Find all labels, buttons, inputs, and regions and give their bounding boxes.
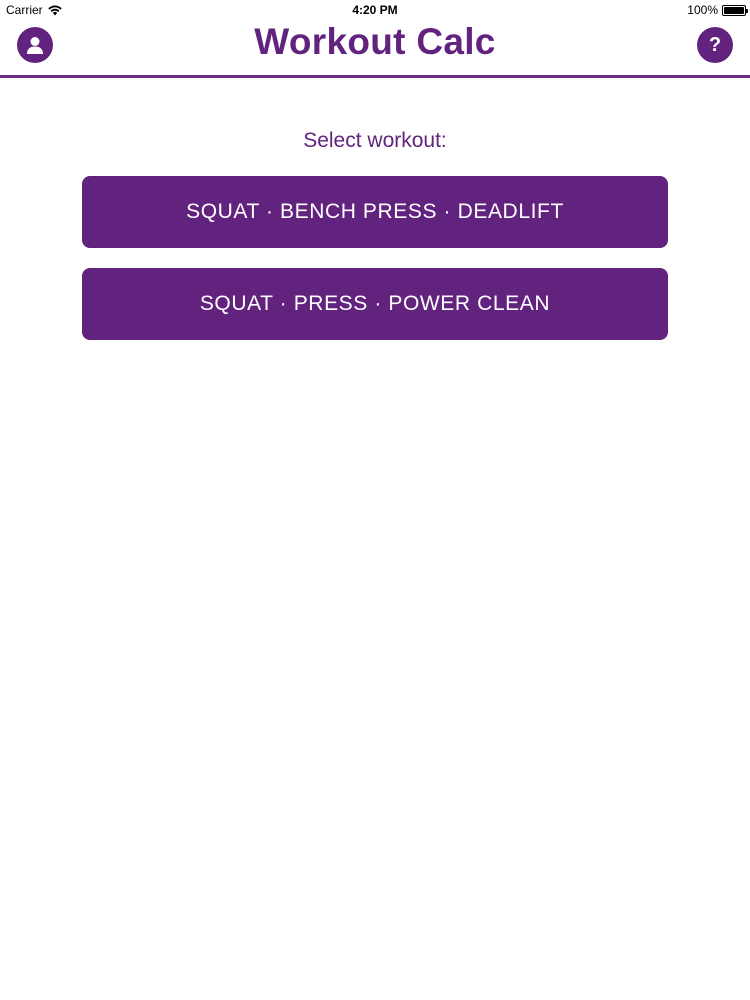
page-title: Workout Calc bbox=[254, 21, 496, 62]
navigation-bar: Workout Calc ? bbox=[0, 20, 750, 78]
workout-button-squat-press-power-clean[interactable]: SQUAT · PRESS · POWER CLEAN bbox=[82, 268, 668, 340]
status-bar: Carrier 4:20 PM 100% bbox=[0, 0, 750, 20]
help-button[interactable]: ? bbox=[697, 27, 733, 63]
select-workout-prompt: Select workout: bbox=[303, 129, 447, 152]
battery-percentage: 100% bbox=[687, 3, 718, 17]
status-time: 4:20 PM bbox=[352, 3, 398, 17]
workout-button-squat-bench-deadlift[interactable]: SQUAT · BENCH PRESS · DEADLIFT bbox=[82, 176, 668, 248]
status-right: 100% bbox=[687, 3, 748, 17]
battery-icon bbox=[722, 4, 748, 16]
question-icon: ? bbox=[708, 34, 722, 56]
